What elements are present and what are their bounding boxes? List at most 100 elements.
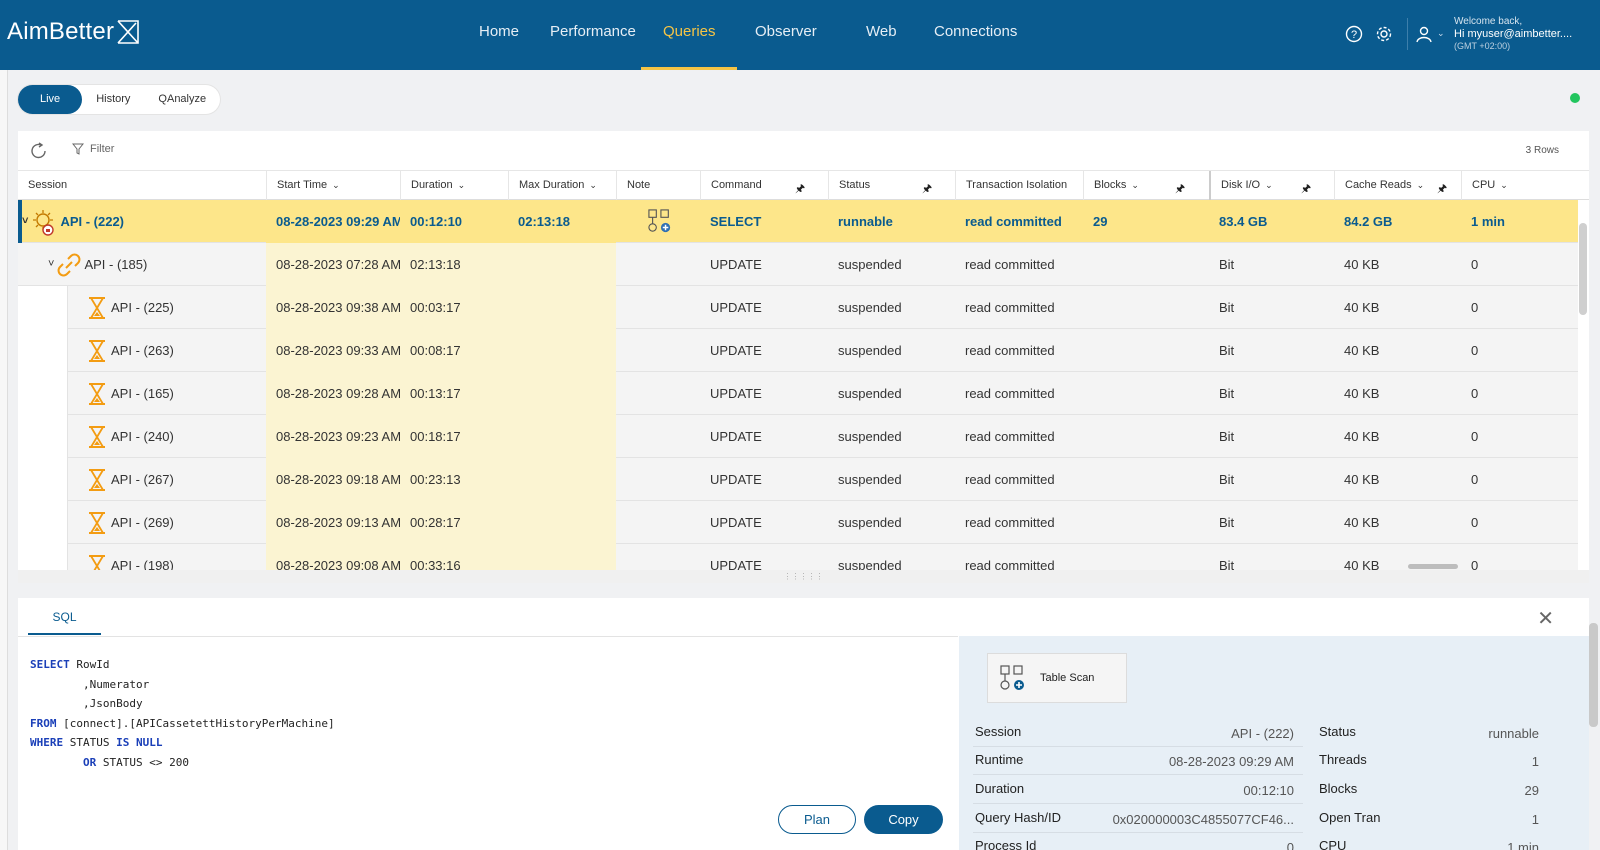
nav-performance[interactable]: Performance xyxy=(550,23,636,40)
cell-isolation: read committed xyxy=(965,386,1055,401)
cell-disk: Bit xyxy=(1219,343,1235,358)
cell-start: 08-28-2023 09:13 AM xyxy=(266,501,401,544)
col-transaction-isolation[interactable]: Transaction Isolation xyxy=(955,171,1067,200)
user-chevron-down-icon[interactable]: ⌄ xyxy=(1437,28,1445,39)
cell-duration: 00:33:16 xyxy=(400,544,508,570)
sort-chevron-icon: ⌄ xyxy=(589,180,597,190)
cell-duration: 02:13:18 xyxy=(400,243,508,286)
cell-duration: 00:12:10 xyxy=(400,200,508,243)
cell-max xyxy=(508,286,616,329)
col-max-duration[interactable]: Max Duration ⌄ xyxy=(508,171,597,200)
settings-gear-icon[interactable] xyxy=(1375,25,1393,43)
cell-status: suspended xyxy=(838,472,902,487)
collapsed-sidebar[interactable] xyxy=(0,70,8,850)
table-row[interactable]: API - (267) 08-28-2023 09:18 AM 00:23:13 UP… xyxy=(18,458,1578,501)
tab-history[interactable]: History xyxy=(82,85,144,114)
table-row[interactable]: API - (225) 08-28-2023 09:38 AM 00:03:17 UP… xyxy=(18,286,1578,329)
copy-button[interactable]: Copy xyxy=(864,805,943,834)
col-start-time[interactable]: Start Time ⌄ xyxy=(266,171,340,200)
col-duration-label: Duration xyxy=(411,179,453,191)
details-scrollbar[interactable] xyxy=(1589,623,1598,727)
pin-icon[interactable]: 🖈 xyxy=(795,180,805,199)
col-cache-reads[interactable]: Cache Reads ⌄ xyxy=(1334,171,1424,200)
table-row[interactable]: API - (240) 08-28-2023 09:23 AM 00:18:17 UP… xyxy=(18,415,1578,458)
nav-connections[interactable]: Connections xyxy=(934,23,1017,40)
expand-chevron-icon[interactable]: ˅ xyxy=(22,200,28,243)
cell-isolation: read committed xyxy=(965,214,1062,229)
col-start-time-label: Start Time xyxy=(277,179,328,191)
blocking-lock-icon xyxy=(31,208,57,236)
help-icon[interactable]: ? xyxy=(1345,25,1363,43)
table-scan-button[interactable]: Table Scan xyxy=(987,653,1127,703)
tree-indent xyxy=(18,415,68,458)
sort-chevron-icon: ⌄ xyxy=(1500,180,1508,190)
cell-session[interactable]: API - (269) xyxy=(86,501,266,544)
detail-value: 0x020000003C4855077CF46... xyxy=(1112,812,1294,827)
cell-session[interactable]: API - (165) xyxy=(86,372,266,415)
col-session[interactable]: Session xyxy=(18,171,67,200)
col-duration[interactable]: Duration ⌄ xyxy=(400,171,465,200)
table-row[interactable]: ˅ API - (185) 08-28-2023 07:28 AM 02:13:18 U… xyxy=(18,243,1578,286)
detail-value: 29 xyxy=(1524,783,1539,798)
sql-viewer[interactable]: SELECT RowId ,Numerator ,JsonBody FROM [c… xyxy=(18,636,958,850)
table-row-selected[interactable]: ˅ API - (222) 08-28-2023 09:29 AM 00:12:10 0… xyxy=(18,200,1578,243)
pin-icon[interactable]: 🖈 xyxy=(1437,180,1447,199)
cell-blocks xyxy=(1083,243,1093,286)
filter-button[interactable]: Filter xyxy=(72,143,114,155)
col-cpu[interactable]: CPU ⌄ xyxy=(1461,171,1508,200)
user-welcome[interactable]: Welcome back, Hi myuser@aimbetter.... (G… xyxy=(1454,16,1572,52)
vertical-scrollbar[interactable] xyxy=(1579,223,1587,315)
cell-cache: 40 KB xyxy=(1344,300,1380,315)
table-row[interactable]: API - (269) 08-28-2023 09:13 AM 00:28:17 UP… xyxy=(18,501,1578,544)
detail-value: 1 min xyxy=(1507,840,1539,850)
table-scan-label: Table Scan xyxy=(1040,672,1095,684)
col-note[interactable]: Note xyxy=(616,171,650,200)
cell-isolation: read committed xyxy=(965,429,1055,444)
col-blocks[interactable]: Blocks ⌄ xyxy=(1083,171,1209,200)
col-status[interactable]: Status xyxy=(828,171,955,200)
table-row[interactable]: API - (263) 08-28-2023 09:33 AM 00:08:17 UP… xyxy=(18,329,1578,372)
query-details: Table Scan Session API - (222) Runtime 08-2… xyxy=(959,636,1589,850)
nav-home[interactable]: Home xyxy=(479,23,519,40)
tab-live[interactable]: Live xyxy=(18,85,83,114)
hourglass-icon xyxy=(86,382,108,406)
hourglass-icon xyxy=(86,339,108,363)
pin-icon[interactable]: 🖈 xyxy=(922,180,932,199)
cell-session[interactable]: API - (267) xyxy=(86,458,266,501)
pin-icon[interactable]: 🖈 xyxy=(1175,180,1185,199)
nav-observer[interactable]: Observer xyxy=(755,23,817,40)
table-row[interactable]: API - (198) 08-28-2023 09:08 AM 00:33:16 UP… xyxy=(18,544,1578,570)
session-label: API - (240) xyxy=(111,429,174,444)
col-max-duration-label: Max Duration xyxy=(519,179,585,191)
cell-cache: 40 KB xyxy=(1344,257,1380,272)
note-execution-plan-icon[interactable] xyxy=(648,209,672,238)
col-command[interactable]: Command xyxy=(700,171,828,200)
cell-max xyxy=(508,458,616,501)
pin-icon[interactable]: 🖈 xyxy=(1301,180,1311,199)
close-icon[interactable]: ✕ xyxy=(1537,606,1554,631)
user-icon[interactable] xyxy=(1415,25,1433,43)
tab-sql[interactable]: SQL xyxy=(28,598,101,635)
cell-session[interactable]: API - (198) xyxy=(86,544,266,570)
cell-session[interactable]: API - (263) xyxy=(86,329,266,372)
col-disk-io[interactable]: Disk I/O ⌄ xyxy=(1209,171,1335,200)
plan-button[interactable]: Plan xyxy=(778,805,856,834)
tab-qanalyze[interactable]: QAnalyze xyxy=(144,85,220,114)
col-blocks-label: Blocks xyxy=(1094,179,1127,191)
details-panel: SQL ✕ SELECT RowId ,Numerator ,JsonBody F… xyxy=(18,598,1589,850)
expand-chevron-icon[interactable]: ˅ xyxy=(48,243,54,286)
cell-command: UPDATE xyxy=(710,429,762,444)
panel-splitter[interactable]: ⋮⋮⋮⋮⋮ xyxy=(18,570,1589,583)
horizontal-scrollbar[interactable] xyxy=(1408,564,1458,569)
detail-divider xyxy=(973,803,1303,804)
cell-cpu: 0 xyxy=(1471,558,1479,570)
cell-session[interactable]: API - (240) xyxy=(86,415,266,458)
nav-web[interactable]: Web xyxy=(866,23,897,40)
cell-command: SELECT xyxy=(710,214,762,229)
nav-queries[interactable]: Queries xyxy=(663,23,716,40)
refresh-icon[interactable] xyxy=(29,141,49,161)
cell-session[interactable]: ˅ API - (222) xyxy=(22,200,266,243)
table-row[interactable]: API - (165) 08-28-2023 09:28 AM 00:13:17 UP… xyxy=(18,372,1578,415)
cell-session[interactable]: API - (225) xyxy=(86,286,266,329)
cell-session[interactable]: ˅ API - (185) xyxy=(48,243,266,286)
